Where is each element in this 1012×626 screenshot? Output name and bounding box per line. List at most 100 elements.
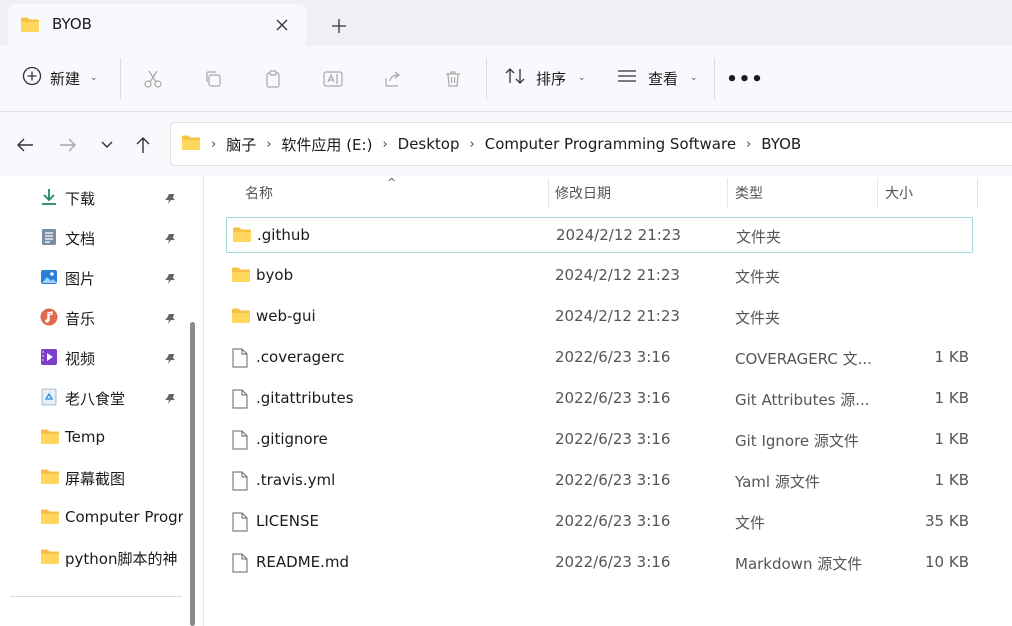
pin-icon[interactable]: [164, 191, 176, 209]
chevron-right-icon[interactable]: ›: [382, 137, 387, 152]
toolbar-divider: [120, 58, 121, 100]
file-type: 文件夹: [735, 309, 781, 327]
tab-byob[interactable]: BYOB: [8, 4, 306, 46]
sidebar-item-downloads[interactable]: 下载: [0, 179, 184, 215]
column-header-type[interactable]: 类型: [735, 176, 875, 210]
sidebar-item-screenshots[interactable]: 屏幕截图: [0, 459, 184, 495]
plus-circle-icon: [22, 66, 42, 90]
column-header-size[interactable]: 大小: [885, 176, 975, 210]
file-date: 2024/2/12 21:23: [555, 307, 680, 325]
sidebar-divider: [10, 596, 182, 597]
close-icon[interactable]: [272, 15, 292, 35]
file-type: 文件: [735, 514, 766, 532]
address-bar[interactable]: › 脑子 › 软件应用 (E:) › Desktop › Computer Pr…: [170, 122, 1012, 166]
breadcrumb-item[interactable]: Desktop: [398, 135, 460, 153]
file-name: web-gui: [256, 307, 316, 325]
sidebar-item-laoba[interactable]: 老八食堂: [0, 379, 184, 415]
file-list: ^ 名称 修改日期 类型 大小 .github 2024/2/12 21:23 …: [205, 176, 1012, 626]
video-icon: [40, 348, 58, 366]
pin-icon[interactable]: [164, 271, 176, 289]
document-icon: [40, 228, 58, 246]
table-row[interactable]: README.md 2022/6/23 3:16 Markdown 源文件 10…: [226, 545, 973, 581]
share-icon: [385, 71, 400, 87]
file-icon: [231, 430, 249, 454]
sidebar-item-computer-programming[interactable]: Computer Progr: [0, 499, 184, 535]
rename-button[interactable]: [316, 62, 350, 96]
breadcrumb-item[interactable]: 脑子: [226, 134, 256, 155]
sidebar-item-temp[interactable]: Temp: [0, 419, 184, 455]
sidebar-item-label: 屏幕截图: [65, 470, 126, 488]
file-icon: [231, 389, 249, 413]
copy-icon: [206, 71, 221, 87]
file-date: 2022/6/23 3:16: [555, 389, 671, 407]
arrow-right-icon: [60, 138, 76, 152]
file-size: 1 KB: [934, 389, 969, 407]
picture-icon: [40, 268, 58, 286]
new-button[interactable]: 新建 ⌄: [14, 62, 110, 94]
breadcrumb-item[interactable]: 软件应用 (E:): [281, 134, 372, 155]
chevron-down-icon: [101, 141, 113, 148]
sidebar-item-pictures[interactable]: 图片: [0, 259, 184, 295]
table-row[interactable]: .github 2024/2/12 21:23 文件夹: [226, 217, 973, 253]
table-row[interactable]: byob 2024/2/12 21:23 文件夹: [226, 258, 973, 294]
sidebar-item-music[interactable]: 音乐: [0, 299, 184, 335]
toolbar-divider: [486, 58, 487, 100]
recent-locations-button[interactable]: [92, 130, 122, 160]
more-options-button[interactable]: •••: [726, 62, 763, 96]
column-header-date[interactable]: 修改日期: [555, 176, 725, 210]
breadcrumb-item[interactable]: Computer Programming Software: [485, 135, 736, 153]
share-button[interactable]: [376, 62, 410, 96]
new-tab-button[interactable]: [326, 13, 352, 39]
sidebar-item-label: Temp: [65, 428, 105, 446]
sort-button[interactable]: 排序 ⌄: [504, 62, 586, 94]
file-size: 1 KB: [934, 348, 969, 366]
chevron-right-icon[interactable]: ›: [266, 137, 271, 152]
cut-button[interactable]: [136, 62, 170, 96]
folder-icon: [231, 307, 251, 328]
table-row[interactable]: .gitignore 2022/6/23 3:16 Git Ignore 源文件…: [226, 422, 973, 458]
chevron-down-icon: ⌄: [578, 73, 586, 83]
paste-button[interactable]: [256, 62, 290, 96]
table-row[interactable]: LICENSE 2022/6/23 3:16 文件 35 KB: [226, 504, 973, 540]
column-divider[interactable]: [877, 178, 878, 208]
column-divider[interactable]: [977, 178, 978, 208]
column-divider[interactable]: [727, 178, 728, 208]
chevron-right-icon[interactable]: ›: [211, 137, 216, 152]
sidebar-item-videos[interactable]: 视频: [0, 339, 184, 375]
delete-button[interactable]: [436, 62, 470, 96]
sidebar-item-python-scripts[interactable]: python脚本的神: [0, 539, 184, 575]
sort-label: 排序: [536, 69, 567, 88]
file-name: .travis.yml: [256, 471, 336, 489]
column-header-name[interactable]: 名称: [245, 176, 545, 210]
file-type: 文件夹: [735, 268, 781, 286]
chevron-right-icon[interactable]: ›: [746, 137, 751, 152]
tab-title: BYOB: [52, 15, 92, 33]
copy-button[interactable]: [196, 62, 230, 96]
sort-arrows-icon: [504, 66, 526, 90]
folder-icon: [231, 266, 251, 287]
view-button[interactable]: 查看 ⌄: [616, 62, 698, 94]
forward-button[interactable]: [53, 130, 83, 160]
pin-icon[interactable]: [164, 351, 176, 369]
column-header-label: 名称: [245, 186, 273, 202]
sidebar-scrollbar-thumb[interactable]: [190, 322, 195, 626]
column-divider[interactable]: [548, 178, 549, 208]
navigation-pane: 下载 文档 图片 音乐 视频 老八食堂 Temp 屏幕截图 Computer P…: [0, 176, 190, 626]
table-row[interactable]: .travis.yml 2022/6/23 3:16 Yaml 源文件 1 KB: [226, 463, 973, 499]
table-row[interactable]: .coveragerc 2022/6/23 3:16 COVERAGERC 文.…: [226, 340, 973, 376]
download-icon: [40, 188, 58, 206]
file-icon: [231, 512, 249, 536]
pin-icon[interactable]: [164, 391, 176, 409]
table-row[interactable]: .gitattributes 2022/6/23 3:16 Git Attrib…: [226, 381, 973, 417]
breadcrumb-item[interactable]: BYOB: [761, 135, 801, 153]
back-button[interactable]: [10, 130, 40, 160]
file-date: 2022/6/23 3:16: [555, 348, 671, 366]
pin-icon[interactable]: [164, 231, 176, 249]
sidebar-item-documents[interactable]: 文档: [0, 219, 184, 255]
up-button[interactable]: [128, 130, 158, 160]
table-row[interactable]: web-gui 2024/2/12 21:23 文件夹: [226, 299, 973, 335]
folder-icon: [20, 16, 40, 37]
file-size: 35 KB: [925, 512, 969, 530]
pin-icon[interactable]: [164, 311, 176, 329]
chevron-right-icon[interactable]: ›: [470, 137, 475, 152]
